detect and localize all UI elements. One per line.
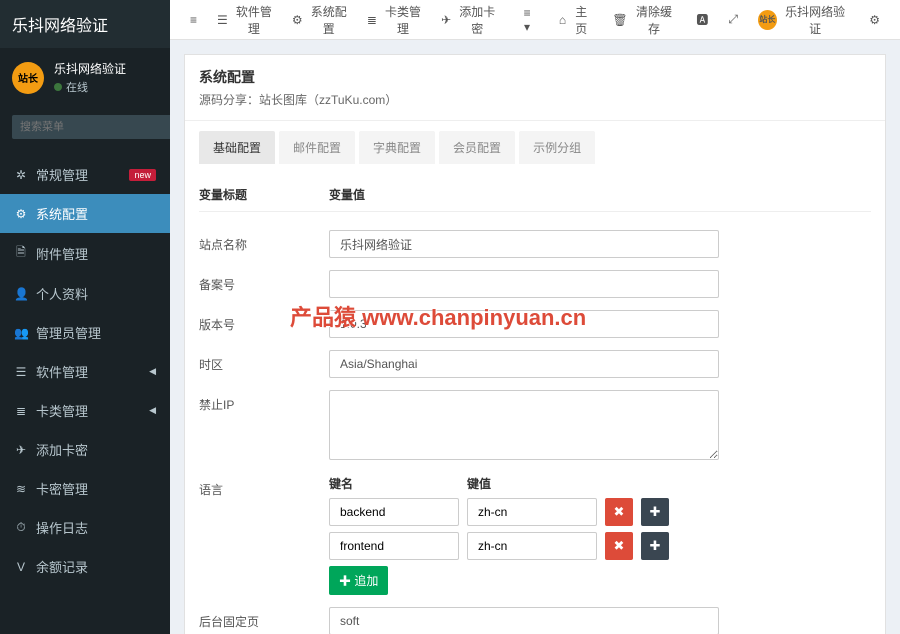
- config-tabs: 基础配置邮件配置字典配置会员配置示例分组: [185, 121, 885, 164]
- tab-基础配置[interactable]: 基础配置: [199, 131, 275, 164]
- kv-val-input[interactable]: [467, 532, 597, 560]
- tab-邮件配置[interactable]: 邮件配置: [279, 131, 355, 164]
- sidebar-item-添加卡密[interactable]: ✈添加卡密: [0, 430, 170, 469]
- panel-title: 系统配置: [199, 67, 871, 87]
- nav-icon: ☰: [14, 365, 28, 379]
- panel-subtitle: 源码分享：站长图库（zzTuKu.com）: [199, 91, 871, 108]
- remove-kv-button[interactable]: ✖: [605, 498, 633, 526]
- topbar-item-系统配置[interactable]: ⚙系统配置: [284, 0, 359, 43]
- remove-kv-button[interactable]: ✖: [605, 532, 633, 560]
- label-lang: 语言: [199, 475, 329, 498]
- kv-header-val: 键值: [467, 475, 597, 492]
- add-kv-inline-button[interactable]: ✚: [641, 498, 669, 526]
- input-version[interactable]: [329, 310, 719, 338]
- input-beian[interactable]: [329, 270, 719, 298]
- add-kv-inline-button[interactable]: ✚: [641, 532, 669, 560]
- lang-button[interactable]: 🅰: [688, 5, 716, 34]
- kv-key-input[interactable]: [329, 498, 459, 526]
- avatar[interactable]: 站长: [12, 62, 44, 94]
- nav-icon: ⚙: [14, 207, 28, 221]
- kv-header-key: 键名: [329, 475, 459, 492]
- topbar: ≡ ☰软件管理⚙系统配置≣卡类管理✈添加卡密 ≡ ▾ ⌂主页 🗑清除缓存 🅰 ⤢…: [170, 0, 900, 40]
- sidebar-item-个人资料[interactable]: 👤个人资料: [0, 274, 170, 313]
- nav-icon: 🗎: [14, 243, 28, 264]
- avatar-icon: 站长: [758, 10, 777, 30]
- col-header-label: 变量标题: [199, 186, 329, 203]
- user-panel: 站长 乐抖网络验证 在线: [0, 48, 170, 107]
- sidebar-item-管理员管理[interactable]: 👥管理员管理: [0, 313, 170, 352]
- content: 系统配置 源码分享：站长图库（zzTuKu.com） 基础配置邮件配置字典配置会…: [170, 40, 900, 634]
- nav-icon: ⏱: [14, 520, 28, 535]
- add-kv-button[interactable]: ✚ 追加: [329, 566, 388, 595]
- sidebar: 乐抖网络验证 站长 乐抖网络验证 在线 🔍 ✲常规管理new⚙系统配置🗎附件管理…: [0, 0, 170, 634]
- topbar-item-添加卡密[interactable]: ✈添加卡密: [433, 0, 507, 43]
- label-version: 版本号: [199, 310, 329, 333]
- fullscreen-button[interactable]: ⤢: [720, 6, 746, 33]
- tab-字典配置[interactable]: 字典配置: [359, 131, 435, 164]
- user-name: 乐抖网络验证: [54, 60, 126, 77]
- topbar-user[interactable]: 站长乐抖网络验证: [750, 0, 857, 43]
- trash-icon: 🗑: [612, 13, 627, 27]
- sidebar-item-卡密管理[interactable]: ≋卡密管理: [0, 469, 170, 508]
- status-dot-icon: [54, 83, 62, 91]
- chevron-left-icon: ◀: [149, 366, 156, 377]
- user-status: 在线: [54, 79, 126, 95]
- kv-row: ✖✚: [329, 498, 871, 526]
- label-fixedpage: 后台固定页: [199, 607, 329, 630]
- kv-row: ✖✚: [329, 532, 871, 560]
- nav-icon: V: [14, 560, 28, 574]
- sidebar-item-软件管理[interactable]: ☰软件管理◀: [0, 352, 170, 391]
- label-beian: 备案号: [199, 270, 329, 293]
- brand-title: 乐抖网络验证: [0, 0, 170, 48]
- label-timezone: 时区: [199, 350, 329, 373]
- home-icon: ⌂: [559, 13, 566, 27]
- kv-val-input[interactable]: [467, 498, 597, 526]
- sidebar-item-余额记录[interactable]: V余额记录: [0, 547, 170, 586]
- textarea-banip[interactable]: [329, 390, 719, 460]
- nav-icon: ✈: [14, 443, 28, 457]
- topbar-item-软件管理[interactable]: ☰软件管理: [209, 0, 284, 43]
- sidebar-item-操作日志[interactable]: ⏱操作日志: [0, 508, 170, 547]
- topbar-item-卡类管理[interactable]: ≣卡类管理: [359, 0, 433, 43]
- sidebar-item-系统配置[interactable]: ⚙系统配置: [0, 194, 170, 233]
- sidebar-item-卡类管理[interactable]: ≣卡类管理◀: [0, 391, 170, 430]
- kv-key-input[interactable]: [329, 532, 459, 560]
- sidebar-search: 🔍: [12, 115, 158, 139]
- topbar-dropdown[interactable]: ≡ ▾: [511, 0, 543, 40]
- settings-button[interactable]: ⚙: [861, 7, 888, 33]
- tab-示例分组[interactable]: 示例分组: [519, 131, 595, 164]
- label-sitename: 站点名称: [199, 230, 329, 253]
- chevron-left-icon: ◀: [149, 405, 156, 416]
- menu-toggle-button[interactable]: ≡: [182, 7, 205, 33]
- sidebar-item-附件管理[interactable]: 🗎附件管理: [0, 233, 170, 274]
- col-header-value: 变量值: [329, 186, 871, 203]
- config-panel: 系统配置 源码分享：站长图库（zzTuKu.com） 基础配置邮件配置字典配置会…: [184, 54, 886, 634]
- nav-icon: 👥: [14, 326, 28, 340]
- nav-badge: new: [129, 169, 156, 181]
- sidebar-nav: ✲常规管理new⚙系统配置🗎附件管理👤个人资料👥管理员管理☰软件管理◀≣卡类管理…: [0, 155, 170, 586]
- nav-icon: 👤: [14, 287, 28, 301]
- nav-icon: ✲: [14, 168, 28, 182]
- nav-icon: ≋: [14, 482, 28, 496]
- input-timezone[interactable]: [329, 350, 719, 378]
- clear-cache-button[interactable]: 🗑清除缓存: [604, 0, 684, 43]
- nav-icon: ≣: [14, 404, 28, 418]
- sidebar-item-常规管理[interactable]: ✲常规管理new: [0, 155, 170, 194]
- main: ≡ ☰软件管理⚙系统配置≣卡类管理✈添加卡密 ≡ ▾ ⌂主页 🗑清除缓存 🅰 ⤢…: [170, 0, 900, 634]
- input-sitename[interactable]: [329, 230, 719, 258]
- tab-会员配置[interactable]: 会员配置: [439, 131, 515, 164]
- home-button[interactable]: ⌂主页: [551, 0, 601, 43]
- input-fixedpage[interactable]: [329, 607, 719, 634]
- search-input[interactable]: [12, 115, 170, 139]
- label-banip: 禁止IP: [199, 390, 329, 413]
